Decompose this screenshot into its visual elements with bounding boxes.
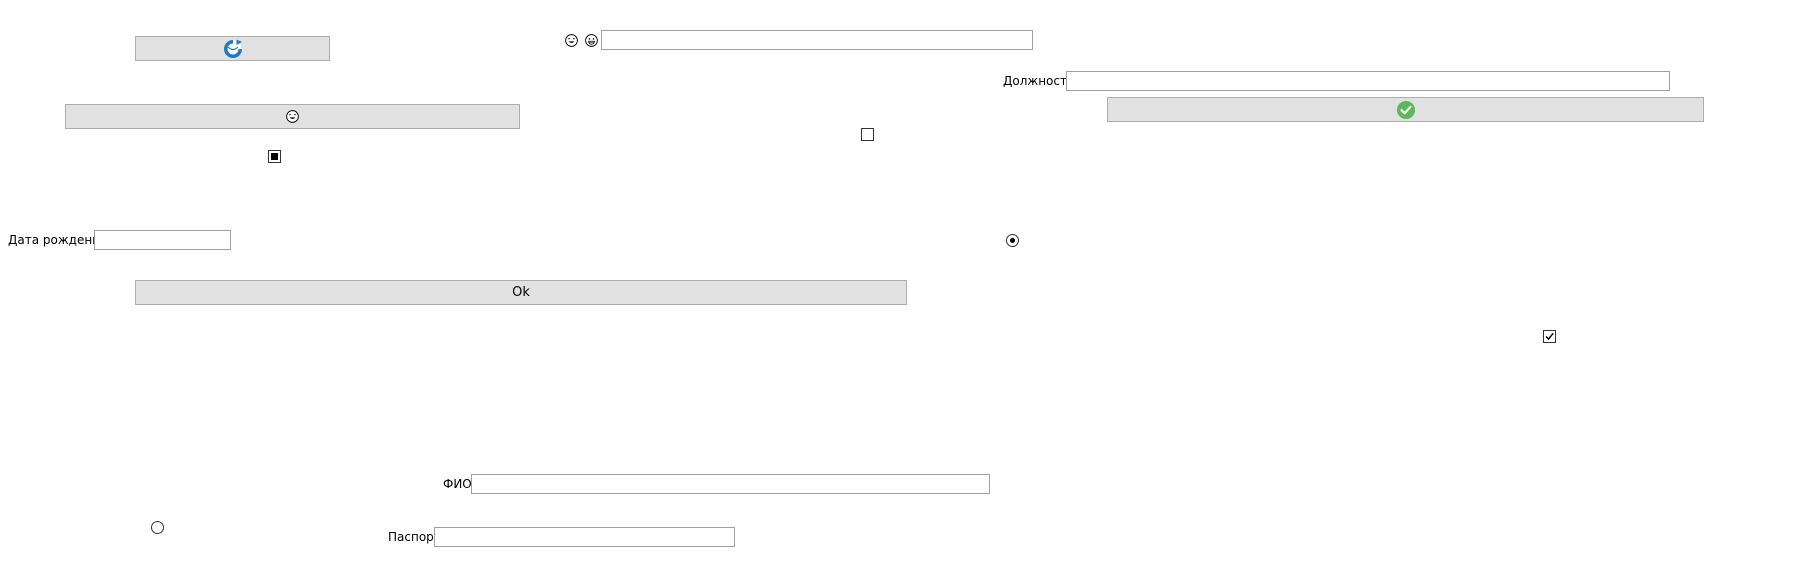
birth-date-label: Дата рождения <box>8 233 108 247</box>
laughing-face-icon <box>565 34 578 47</box>
passport-label: Паспорт <box>388 530 441 544</box>
confirm-button[interactable] <box>1107 97 1704 122</box>
grinning-face-icon <box>585 34 598 47</box>
refresh-button[interactable] <box>135 36 330 61</box>
app-canvas: Дата рождения Ok ФИО Паспорт Должность <box>0 0 1806 583</box>
checkbox-checked[interactable] <box>1543 330 1556 343</box>
checkbox-unchecked[interactable] <box>861 128 874 141</box>
full-name-field[interactable] <box>471 474 990 494</box>
green-checkmark-icon <box>1396 100 1416 120</box>
laughing-face-button[interactable] <box>65 104 520 129</box>
checkmark-icon <box>1545 332 1554 341</box>
full-name-label: ФИО <box>443 477 472 491</box>
position-label: Должность <box>1003 74 1075 88</box>
ok-button[interactable]: Ok <box>135 280 907 305</box>
radio-button-selected[interactable] <box>1006 234 1019 247</box>
radio-button-left[interactable] <box>151 521 164 534</box>
position-field[interactable] <box>1066 71 1670 91</box>
passport-field[interactable] <box>434 527 735 547</box>
checkbox-indeterminate[interactable] <box>268 150 281 163</box>
refresh-icon <box>222 38 244 60</box>
top-search-field[interactable] <box>601 30 1033 50</box>
birth-date-field[interactable] <box>94 230 231 250</box>
laughing-face-icon <box>286 110 299 123</box>
